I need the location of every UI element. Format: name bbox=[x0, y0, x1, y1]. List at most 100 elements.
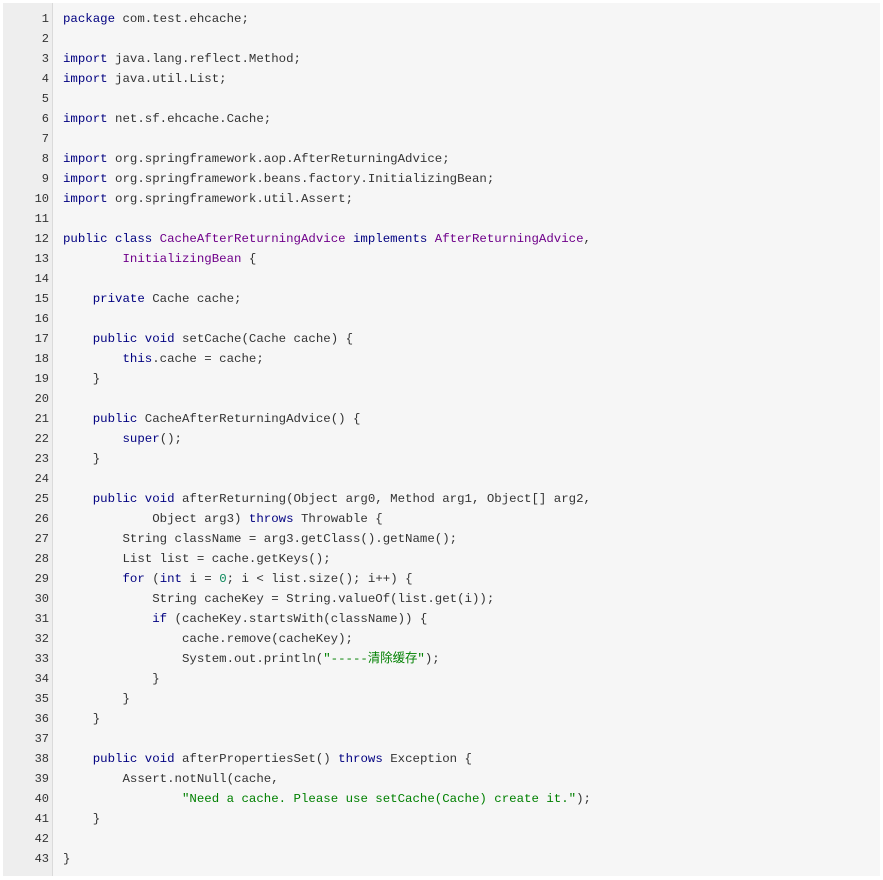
keyword-token: for bbox=[122, 572, 145, 586]
code-line: 9 import org.springframework.beans.factor… bbox=[3, 169, 880, 189]
code-token: } bbox=[63, 852, 71, 866]
type-token: CacheAfterReturningAdvice bbox=[159, 232, 346, 246]
code-token: Object arg3) bbox=[63, 512, 249, 526]
code-token: i = bbox=[182, 572, 220, 586]
code-text: this.cache = cache; bbox=[63, 349, 264, 369]
line-number: 35 bbox=[34, 692, 49, 706]
code-line: 39 Assert.notNull(cache, bbox=[3, 769, 880, 789]
code-line: 23 } bbox=[3, 449, 880, 469]
keyword-token: package bbox=[63, 12, 116, 26]
code-token: CacheAfterReturningAdvice() { bbox=[137, 412, 361, 426]
line-number: 9 bbox=[41, 172, 49, 186]
code-token: } bbox=[63, 812, 101, 826]
code-line: 43} bbox=[3, 849, 880, 869]
code-token: System.out.println( bbox=[63, 652, 324, 666]
code-token: java.util.List; bbox=[107, 72, 227, 86]
code-line: 37 bbox=[3, 729, 880, 749]
code-line: 42 bbox=[3, 829, 880, 849]
code-token: List list = cache.getKeys(); bbox=[63, 552, 331, 566]
line-number: 25 bbox=[34, 492, 49, 506]
line-number: 37 bbox=[34, 732, 49, 746]
code-text: public void afterPropertiesSet() throws … bbox=[63, 749, 472, 769]
code-line: 27 String className = arg3.getClass().ge… bbox=[3, 529, 880, 549]
keyword-token: import bbox=[63, 172, 108, 186]
line-number: 13 bbox=[34, 252, 49, 266]
code-line: 34 } bbox=[3, 669, 880, 689]
code-line: 24 bbox=[3, 469, 880, 489]
code-line: 11 bbox=[3, 209, 880, 229]
keyword-token: this bbox=[122, 352, 153, 366]
code-text: } bbox=[63, 709, 100, 729]
code-text: } bbox=[63, 669, 159, 689]
code-text: import java.lang.reflect.Method; bbox=[63, 49, 301, 69]
line-number: 11 bbox=[34, 212, 49, 226]
line-number: 8 bbox=[41, 152, 49, 166]
line-number: 26 bbox=[34, 512, 49, 526]
line-number: 18 bbox=[34, 352, 49, 366]
code-text: InitializingBean { bbox=[63, 249, 257, 269]
code-line: 29 for (int i = 0; i < list.size(); i++)… bbox=[3, 569, 880, 589]
code-line: 5 bbox=[3, 89, 880, 109]
line-number: 33 bbox=[34, 652, 49, 666]
code-text: Object arg3) throws Throwable { bbox=[63, 509, 383, 529]
code-text: } bbox=[63, 369, 100, 389]
code-text: Assert.notNull(cache, bbox=[63, 769, 278, 789]
code-line: 32 cache.remove(cacheKey); bbox=[3, 629, 880, 649]
line-number: 3 bbox=[41, 52, 49, 66]
line-number: 2 bbox=[41, 32, 49, 46]
code-text: public CacheAfterReturningAdvice() { bbox=[63, 409, 361, 429]
code-line: 2 bbox=[3, 29, 880, 49]
code-token: Throwable { bbox=[293, 512, 383, 526]
line-number: 23 bbox=[34, 452, 49, 466]
keyword-token: int bbox=[159, 572, 182, 586]
keyword-token: public void bbox=[92, 332, 175, 346]
code-line: 13 InitializingBean { bbox=[3, 249, 880, 269]
code-line: 19 } bbox=[3, 369, 880, 389]
line-number: 1 bbox=[41, 12, 49, 26]
line-number: 15 bbox=[34, 292, 49, 306]
code-text: cache.remove(cacheKey); bbox=[63, 629, 353, 649]
keyword-token: super bbox=[122, 432, 160, 446]
code-block: 1 package com.test.ehcache; 2 3 import java.… bbox=[3, 3, 880, 876]
code-line: 38 public void afterPropertiesSet() thro… bbox=[3, 749, 880, 769]
number-token: 0 bbox=[219, 572, 227, 586]
code-token: String cacheKey = String.valueOf(list.ge… bbox=[63, 592, 495, 606]
line-number: 27 bbox=[34, 532, 49, 546]
code-text: } bbox=[63, 449, 100, 469]
code-line: 36 } bbox=[3, 709, 880, 729]
keyword-token: import bbox=[63, 72, 108, 86]
code-text: import org.springframework.beans.factory… bbox=[63, 169, 494, 189]
keyword-token: public class bbox=[63, 232, 153, 246]
line-number: 34 bbox=[34, 672, 49, 686]
code-line: 33 System.out.println("-----清除缓存"); bbox=[3, 649, 880, 669]
code-line: 3 import java.lang.reflect.Method; bbox=[3, 49, 880, 69]
line-number: 22 bbox=[34, 432, 49, 446]
code-line: 15 private Cache cache; bbox=[3, 289, 880, 309]
code-text: import java.util.List; bbox=[63, 69, 227, 89]
code-line: 20 bbox=[3, 389, 880, 409]
line-number: 5 bbox=[41, 92, 49, 106]
line-number: 21 bbox=[34, 412, 49, 426]
code-text: public void setCache(Cache cache) { bbox=[63, 329, 353, 349]
keyword-token: implements bbox=[353, 232, 428, 246]
line-number: 7 bbox=[41, 132, 49, 146]
code-lines: 1 package com.test.ehcache; 2 3 import java.… bbox=[3, 9, 880, 869]
code-token: { bbox=[241, 252, 257, 266]
line-number: 12 bbox=[34, 232, 49, 246]
code-token: } bbox=[63, 712, 101, 726]
code-text: public class CacheAfterReturningAdvice i… bbox=[63, 229, 591, 249]
keyword-token: if bbox=[152, 612, 168, 626]
code-line: 31 if (cacheKey.startsWith(className)) { bbox=[3, 609, 880, 629]
line-number: 24 bbox=[34, 472, 49, 486]
code-text: } bbox=[63, 689, 129, 709]
keyword-token: public bbox=[92, 412, 138, 426]
